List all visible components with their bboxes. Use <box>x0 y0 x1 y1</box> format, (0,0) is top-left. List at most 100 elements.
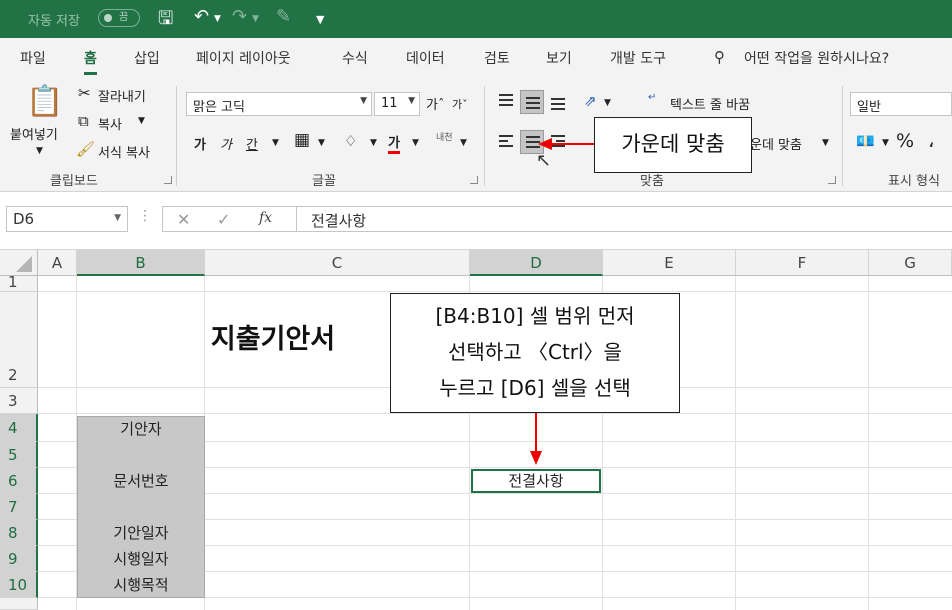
copy-icon: ⧉ <box>78 112 89 130</box>
tab-view[interactable]: 보기 <box>546 48 572 68</box>
clipboard-launcher-icon[interactable] <box>164 176 172 184</box>
instruction-line-1: [B4:B10] 셀 범위 먼저 <box>435 304 635 328</box>
draw-icon[interactable]: ✎ <box>276 6 291 27</box>
row-header-4[interactable]: 4 <box>0 414 38 442</box>
undo-icon[interactable]: ↶ <box>194 6 209 27</box>
align-left-icon[interactable] <box>494 130 518 154</box>
callout-center-align: 가운데 맞춤 <box>594 117 752 173</box>
row-header-3[interactable]: 3 <box>0 388 38 414</box>
column-header-E[interactable]: E <box>603 250 736 276</box>
format-painter-icon: 🖌 <box>76 140 96 158</box>
group-divider <box>484 86 485 186</box>
borders-icon[interactable]: ▦ <box>294 130 310 150</box>
italic-button[interactable]: 가 <box>220 134 232 153</box>
redo-dropdown-icon[interactable]: ▼ <box>252 14 259 24</box>
decrease-font-icon[interactable]: 가ˇ <box>452 96 468 112</box>
tab-home[interactable]: 홈 <box>84 48 97 75</box>
number-format-select[interactable]: 일반 <box>850 92 952 116</box>
fill-color-icon[interactable]: ♢ <box>344 132 357 150</box>
format-painter-button[interactable]: 서식 복사 <box>98 142 150 161</box>
row-header-5[interactable]: 5 <box>0 442 38 468</box>
select-all-button[interactable] <box>0 250 38 276</box>
column-header-F[interactable]: F <box>736 250 869 276</box>
tab-insert[interactable]: 삽입 <box>134 48 160 68</box>
comma-style-icon[interactable]: ، <box>928 128 934 152</box>
middle-align-icon[interactable] <box>520 90 544 114</box>
save-icon[interactable]: 🖫 <box>158 6 173 36</box>
instruction-line-2: 선택하고 〈Ctrl〉을 <box>448 340 622 364</box>
active-cell-D6[interactable]: 전결사항 <box>471 469 601 493</box>
cancel-icon[interactable]: ✕ <box>177 210 190 229</box>
increase-font-icon[interactable]: 가ˆ <box>426 94 444 113</box>
font-launcher-icon[interactable] <box>470 176 478 184</box>
phonetic-button[interactable]: 내천 <box>436 130 453 143</box>
percent-button[interactable]: % <box>896 130 914 152</box>
insert-function-button[interactable]: fx <box>259 210 272 226</box>
autosave-toggle[interactable]: 끔 <box>98 9 140 27</box>
formula-value: 전결사항 <box>311 212 367 230</box>
paste-dropdown-icon[interactable]: ▼ <box>36 146 43 156</box>
wrap-text-button[interactable]: 텍스트 줄 바꿈 <box>670 94 750 113</box>
merge-center-button[interactable]: 운데 맞춤 <box>750 134 802 153</box>
tab-developer[interactable]: 개발 도구 <box>610 48 666 68</box>
font-color-dropdown-icon[interactable]: ▼ <box>412 138 419 148</box>
accounting-dropdown-icon[interactable]: ▼ <box>882 138 889 148</box>
tab-data[interactable]: 데이터 <box>406 48 445 68</box>
phonetic-dropdown-icon[interactable]: ▼ <box>460 138 467 148</box>
orientation-icon[interactable]: ⇗ <box>584 92 597 110</box>
row-header-11[interactable] <box>0 598 38 610</box>
column-header-A[interactable]: A <box>38 250 77 276</box>
row-header-1[interactable]: 1 <box>0 275 38 292</box>
paste-button[interactable]: 붙여넣기 <box>10 124 58 143</box>
borders-dropdown-icon[interactable]: ▼ <box>318 138 325 148</box>
customize-qat-icon[interactable]: ▼ <box>316 13 324 26</box>
tab-file[interactable]: 파일 <box>20 48 46 68</box>
orientation-dropdown-icon[interactable]: ▼ <box>604 98 611 108</box>
name-box[interactable]: D6 ▼ <box>6 206 128 232</box>
cell-B8[interactable]: 기안일자 <box>77 520 205 546</box>
copy-dropdown-icon[interactable]: ▼ <box>138 116 145 126</box>
font-color-button[interactable]: 가 <box>388 132 400 154</box>
gridline <box>868 276 869 610</box>
cell-B4[interactable]: 기안자 <box>77 416 205 442</box>
row-header-10[interactable]: 10 <box>0 572 38 598</box>
callout-pointer-line <box>548 143 594 145</box>
row-header-2[interactable]: 2 <box>0 292 38 388</box>
tab-page-layout[interactable]: 페이지 레이아웃 <box>196 48 291 68</box>
cut-button[interactable]: 잘라내기 <box>98 86 146 105</box>
font-name-select[interactable]: 맑은 고딕 ▼ <box>186 92 372 116</box>
top-align-icon[interactable] <box>494 90 518 114</box>
tell-me-input[interactable]: 어떤 작업을 원하시나요? <box>744 48 889 68</box>
tab-formulas[interactable]: 수식 <box>342 48 368 68</box>
row-header-9[interactable]: 9 <box>0 546 38 572</box>
group-divider <box>176 86 177 186</box>
accounting-format-icon[interactable]: 💶 <box>856 132 875 150</box>
enter-icon[interactable]: ✓ <box>217 210 230 229</box>
clipboard-icon: 📋 <box>26 84 64 119</box>
underline-button[interactable]: 간 <box>246 134 258 153</box>
column-header-G[interactable]: G <box>869 250 952 276</box>
undo-dropdown-icon[interactable]: ▼ <box>214 14 221 24</box>
column-header-D[interactable]: D <box>470 250 603 276</box>
cell-B10[interactable]: 시행목적 <box>77 572 205 598</box>
tab-review[interactable]: 검토 <box>484 48 510 68</box>
alignment-launcher-icon[interactable] <box>828 176 836 184</box>
bottom-align-icon[interactable] <box>546 90 570 114</box>
chevron-down-icon[interactable]: ▼ <box>114 213 121 223</box>
underline-dropdown-icon[interactable]: ▼ <box>272 138 279 148</box>
bold-button[interactable]: 가 <box>194 134 206 153</box>
formula-input[interactable]: 전결사항 <box>296 206 952 232</box>
merge-dropdown-icon[interactable]: ▼ <box>822 138 829 148</box>
cell-B6[interactable]: 문서번호 <box>77 468 205 494</box>
cell-B9[interactable]: 시행일자 <box>77 546 205 572</box>
select-all-triangle-icon <box>16 256 32 272</box>
column-header-B[interactable]: B <box>77 250 205 276</box>
copy-button[interactable]: 복사 <box>98 114 122 133</box>
column-header-C[interactable]: C <box>205 250 470 276</box>
redo-icon[interactable]: ↷ <box>232 6 247 27</box>
row-header-6[interactable]: 6 <box>0 468 38 494</box>
font-size-select[interactable]: 11 ▼ <box>374 92 420 116</box>
row-header-7[interactable]: 7 <box>0 494 38 520</box>
fill-color-dropdown-icon[interactable]: ▼ <box>370 138 377 148</box>
row-header-8[interactable]: 8 <box>0 520 38 546</box>
